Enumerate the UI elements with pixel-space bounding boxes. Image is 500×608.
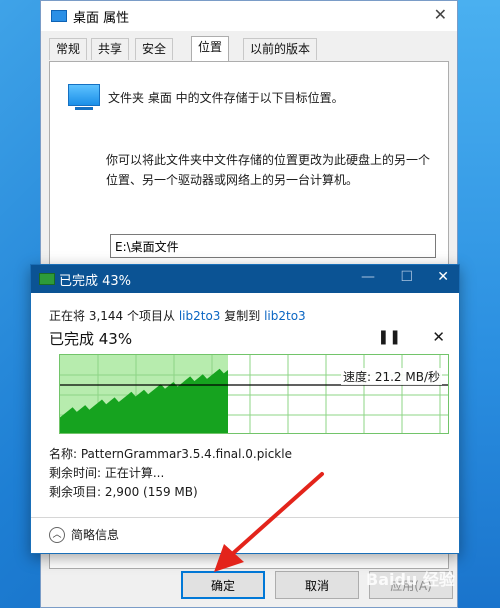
speed-chart	[60, 355, 448, 433]
chevron-up-icon: ︿	[49, 526, 65, 543]
maximize-icon[interactable]: ☐	[400, 269, 413, 285]
pause-icon[interactable]: ❚❚	[378, 329, 401, 345]
less-details-toggle[interactable]: ︿ 简略信息	[49, 526, 119, 543]
copy-title: 已完成 43%	[59, 274, 132, 289]
path-input[interactable]	[110, 234, 436, 258]
tab-sharing[interactable]: 共享	[91, 38, 130, 60]
speed-area	[60, 368, 228, 433]
file-name: 名称: PatternGrammar3.5.4.final.0.pickle	[49, 447, 292, 461]
source-link[interactable]: lib2to3	[179, 309, 221, 323]
cancel-icon[interactable]: ✕	[432, 328, 445, 346]
summary-prefix: 正在将 3,144 个项目从	[49, 309, 179, 323]
minimize-icon[interactable]: —	[361, 269, 375, 285]
location-info: 文件夹 桌面 中的文件存储于以下目标位置。	[108, 91, 344, 105]
properties-title: 桌面 属性	[73, 11, 130, 26]
tab-general[interactable]: 常规	[49, 38, 88, 60]
destination-link[interactable]: lib2to3	[264, 309, 306, 323]
copy-icon	[39, 273, 55, 285]
tab-previous-versions[interactable]: 以前的版本	[243, 38, 318, 60]
percent-complete: 已完成 43%	[49, 330, 133, 348]
tab-security[interactable]: 安全	[135, 38, 174, 60]
less-details-label: 简略信息	[71, 528, 120, 542]
close-icon[interactable]: ✕	[434, 5, 447, 24]
tab-location[interactable]: 位置	[191, 36, 230, 61]
location-description: 你可以将此文件夹中文件存储的位置更改为此硬盘上的另一个位置、另一个驱动器或网络上…	[106, 153, 431, 187]
pointer-arrow-icon	[214, 472, 324, 572]
watermark: Baidu 经验	[366, 570, 455, 589]
transfer-graph: 速度: 21.2 MB/秒	[59, 354, 449, 434]
speed-label: 速度: 21.2 MB/秒	[340, 368, 442, 385]
copy-summary: 正在将 3,144 个项目从 lib2to3 复制到 lib2to3	[49, 307, 306, 324]
desktop-folder-icon	[68, 84, 100, 110]
summary-mid: 复制到	[220, 309, 265, 323]
close-icon[interactable]: ✕	[437, 269, 449, 285]
copy-titlebar[interactable]: 已完成 43% — ☐ ✕	[31, 265, 459, 293]
properties-titlebar[interactable]: 桌面 属性 ✕	[41, 1, 457, 31]
folder-icon	[51, 10, 67, 22]
tab-bar: 常规 共享 安全 位置 以前的版本	[49, 36, 449, 61]
